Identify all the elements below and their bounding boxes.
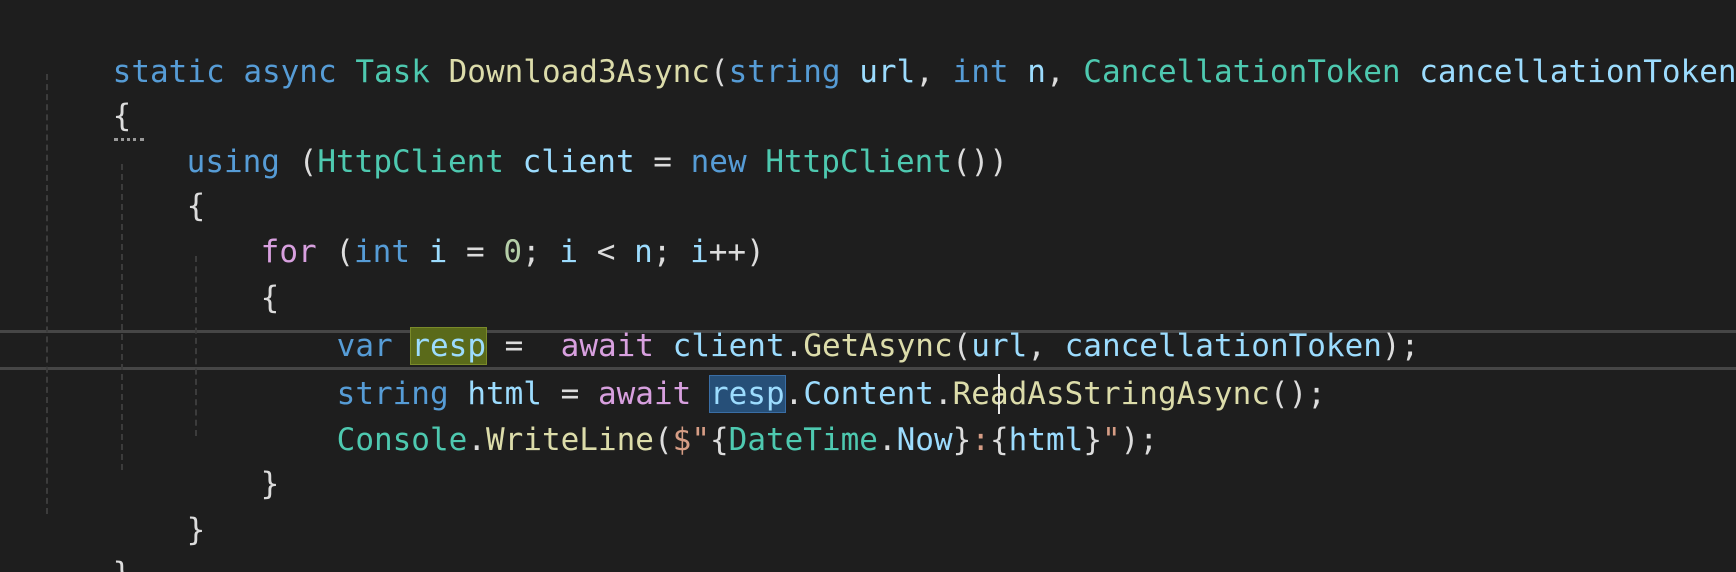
code-line-8[interactable]: string html = await resp.Content.ReadAsS… [262, 328, 1326, 413]
code-line-4[interactable]: { [112, 140, 206, 224]
variable-client: client [522, 144, 635, 180]
paren-close-semicolon: ); [1381, 328, 1420, 364]
code-line-2[interactable]: { [38, 50, 132, 134]
string-quote-open: " [691, 422, 710, 458]
interpolation-brace-open: { [709, 422, 729, 458]
operator-increment: ++ [708, 234, 747, 270]
type-console: Console [336, 422, 468, 458]
code-line-12[interactable]: } [38, 508, 132, 572]
semicolon: ; [522, 234, 541, 270]
code-line-5[interactable]: for (int i = 0; i < n; i++) [186, 186, 765, 270]
interpolation-brace-close: } [952, 422, 972, 458]
method-writeline: WriteLine [485, 422, 654, 458]
type-httpclient: HttpClient [765, 144, 952, 180]
string-colon: : [971, 422, 990, 458]
type-httpclient: HttpClient [317, 144, 504, 180]
method-name: Download3Async [448, 54, 710, 90]
brace-close: } [113, 556, 132, 572]
param-n: n [1027, 54, 1046, 90]
variable-i: i [559, 234, 579, 270]
paren-close: ) [746, 234, 765, 270]
type-cancellation-token: CancellationToken [1083, 54, 1401, 90]
paren-open: ( [298, 144, 318, 180]
operator-assign: = [653, 144, 672, 180]
variable-html: html [1008, 422, 1084, 458]
keyword-int: int [354, 234, 410, 270]
variable-i: i [690, 234, 709, 270]
number-zero: 0 [503, 234, 523, 270]
property-now: Now [896, 422, 953, 458]
code-line-9[interactable]: Console.WriteLine($"{DateTime.Now}:{html… [262, 374, 1158, 458]
code-line-7[interactable]: var resp = await client.GetAsync(url, ca… [262, 280, 1419, 365]
interpolation-dollar: $ [672, 422, 692, 458]
paren-open: ( [653, 422, 673, 458]
call-parens: ()) [951, 144, 1008, 180]
call-parens-semicolon: (); [1269, 376, 1326, 412]
comma: , [915, 54, 934, 90]
variable-n: n [634, 234, 653, 270]
paren-open: ( [335, 234, 354, 270]
member-dot: . [877, 422, 897, 458]
keyword-async: async [243, 54, 337, 90]
keyword-string: string [728, 54, 841, 90]
code-line-6[interactable]: { [186, 232, 280, 316]
param-url: url [859, 54, 916, 90]
variable-i: i [428, 234, 448, 270]
code-line-10[interactable]: } [186, 418, 280, 502]
member-dot: . [467, 422, 486, 458]
semicolon: ; [652, 234, 672, 270]
keyword-int: int [952, 54, 1009, 90]
code-editor[interactable]: static async Task Download3Async(string … [0, 0, 1736, 572]
paren-close-semicolon: ); [1120, 422, 1158, 458]
brace-close: } [186, 512, 206, 548]
keyword-new: new [690, 144, 747, 180]
interpolation-brace-open: { [989, 422, 1009, 458]
operator-less-than: < [596, 234, 616, 270]
type-datetime: DateTime [728, 422, 878, 458]
brace-close: } [260, 466, 280, 502]
text-cursor [998, 374, 1000, 414]
string-quote-close: " [1101, 422, 1121, 458]
type-task: Task [355, 54, 430, 90]
code-line-11[interactable]: } [112, 464, 206, 548]
param-cancellation-token: cancellationToken [1419, 54, 1736, 90]
code-line-3[interactable]: using (HttpClient client = new HttpClien… [112, 96, 1008, 180]
comma: , [1045, 54, 1065, 90]
interpolation-brace-close: } [1083, 422, 1102, 458]
paren-open: ( [709, 54, 729, 90]
code-line-1[interactable]: static async Task Download3Async(string … [38, 6, 1736, 90]
operator-assign: = [466, 234, 485, 270]
